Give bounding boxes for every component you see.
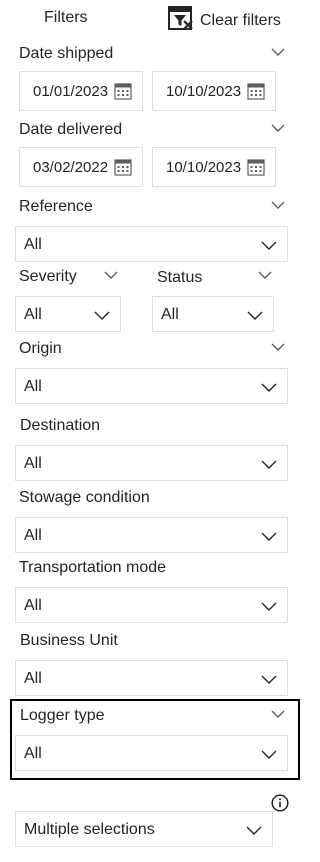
chevron-down-icon bbox=[271, 710, 285, 718]
origin-collapse-chevron[interactable] bbox=[271, 342, 285, 352]
transportation-mode-dropdown[interactable]: All bbox=[15, 587, 288, 623]
transportation-mode-dropdown-value: All bbox=[24, 597, 42, 614]
clear-filter-icon bbox=[168, 5, 194, 37]
date-delivered-collapse-chevron[interactable] bbox=[271, 123, 285, 133]
multiple-selections-value: Multiple selections bbox=[24, 821, 155, 838]
chevron-down-icon bbox=[271, 343, 285, 351]
filters-title: Filters bbox=[44, 9, 88, 26]
severity-dropdown[interactable]: All bbox=[15, 296, 121, 332]
logger-type-dropdown-value: All bbox=[24, 745, 42, 762]
chevron-down-icon bbox=[261, 240, 277, 250]
chevron-down-icon bbox=[261, 459, 277, 469]
chevron-down-icon bbox=[271, 48, 285, 56]
origin-dropdown[interactable]: All bbox=[15, 368, 288, 404]
calendar-icon[interactable] bbox=[247, 158, 265, 176]
calendar-icon[interactable] bbox=[114, 158, 132, 176]
date-delivered-end-input[interactable]: 10/10/2023 bbox=[152, 147, 276, 187]
origin-label: Origin bbox=[19, 340, 62, 357]
reference-dropdown-value: All bbox=[24, 236, 42, 253]
chevron-down-icon bbox=[271, 124, 285, 132]
chevron-down-icon bbox=[261, 601, 277, 611]
status-label: Status bbox=[157, 269, 203, 286]
severity-dropdown-value: All bbox=[24, 306, 42, 323]
business-unit-dropdown-value: All bbox=[24, 670, 42, 687]
reference-collapse-chevron[interactable] bbox=[271, 200, 285, 210]
chevron-down-icon bbox=[261, 749, 277, 759]
clear-filters-label: Clear filters bbox=[200, 12, 281, 29]
status-collapse-chevron[interactable] bbox=[258, 270, 272, 280]
chevron-down-icon bbox=[271, 201, 285, 209]
calendar-icon[interactable] bbox=[114, 82, 132, 100]
chevron-down-icon bbox=[261, 382, 277, 392]
chevron-down-icon bbox=[104, 271, 118, 279]
chevron-down-icon bbox=[246, 825, 262, 835]
calendar-icon[interactable] bbox=[247, 82, 265, 100]
date-shipped-collapse-chevron[interactable] bbox=[271, 47, 285, 57]
date-shipped-end-value: 10/10/2023 bbox=[166, 82, 242, 100]
chevron-down-icon bbox=[258, 271, 272, 279]
clear-filters-button[interactable]: Clear filters bbox=[168, 5, 281, 37]
logger-type-label: Logger type bbox=[20, 707, 105, 724]
business-unit-dropdown[interactable]: All bbox=[15, 660, 288, 696]
destination-dropdown[interactable]: All bbox=[15, 445, 288, 481]
date-delivered-end-value: 10/10/2023 bbox=[166, 158, 242, 176]
transportation-mode-label: Transportation mode bbox=[19, 559, 167, 576]
multiple-selections-dropdown[interactable]: Multiple selections bbox=[15, 811, 273, 847]
status-dropdown[interactable]: All bbox=[152, 296, 274, 332]
logger-type-dropdown[interactable]: All bbox=[15, 735, 288, 771]
severity-collapse-chevron[interactable] bbox=[104, 270, 118, 280]
info-icon[interactable] bbox=[271, 794, 289, 812]
date-shipped-end-input[interactable]: 10/10/2023 bbox=[152, 71, 276, 111]
chevron-down-icon bbox=[94, 310, 110, 320]
date-delivered-start-input[interactable]: 03/02/2022 bbox=[19, 147, 143, 187]
stowage-condition-label: Stowage condition bbox=[19, 489, 150, 506]
reference-label: Reference bbox=[19, 198, 93, 215]
date-shipped-label: Date shipped bbox=[19, 45, 114, 62]
chevron-down-icon bbox=[261, 531, 277, 541]
stowage-condition-dropdown-value: All bbox=[24, 527, 42, 544]
date-delivered-start-value: 03/02/2022 bbox=[33, 158, 109, 176]
destination-dropdown-value: All bbox=[24, 455, 42, 472]
chevron-down-icon bbox=[261, 674, 277, 684]
logger-type-collapse-chevron[interactable] bbox=[271, 709, 285, 719]
reference-dropdown[interactable]: All bbox=[15, 226, 288, 262]
date-shipped-start-value: 01/01/2023 bbox=[33, 82, 109, 100]
status-dropdown-value: All bbox=[161, 306, 179, 323]
destination-label: Destination bbox=[20, 417, 101, 434]
filter-pane-header: Filters Clear filters bbox=[0, 0, 306, 38]
date-delivered-label: Date delivered bbox=[19, 121, 123, 138]
origin-dropdown-value: All bbox=[24, 378, 42, 395]
severity-label: Severity bbox=[19, 268, 77, 285]
chevron-down-icon bbox=[247, 310, 263, 320]
stowage-condition-dropdown[interactable]: All bbox=[15, 517, 288, 553]
date-shipped-start-input[interactable]: 01/01/2023 bbox=[19, 71, 143, 111]
business-unit-label: Business Unit bbox=[20, 632, 118, 649]
